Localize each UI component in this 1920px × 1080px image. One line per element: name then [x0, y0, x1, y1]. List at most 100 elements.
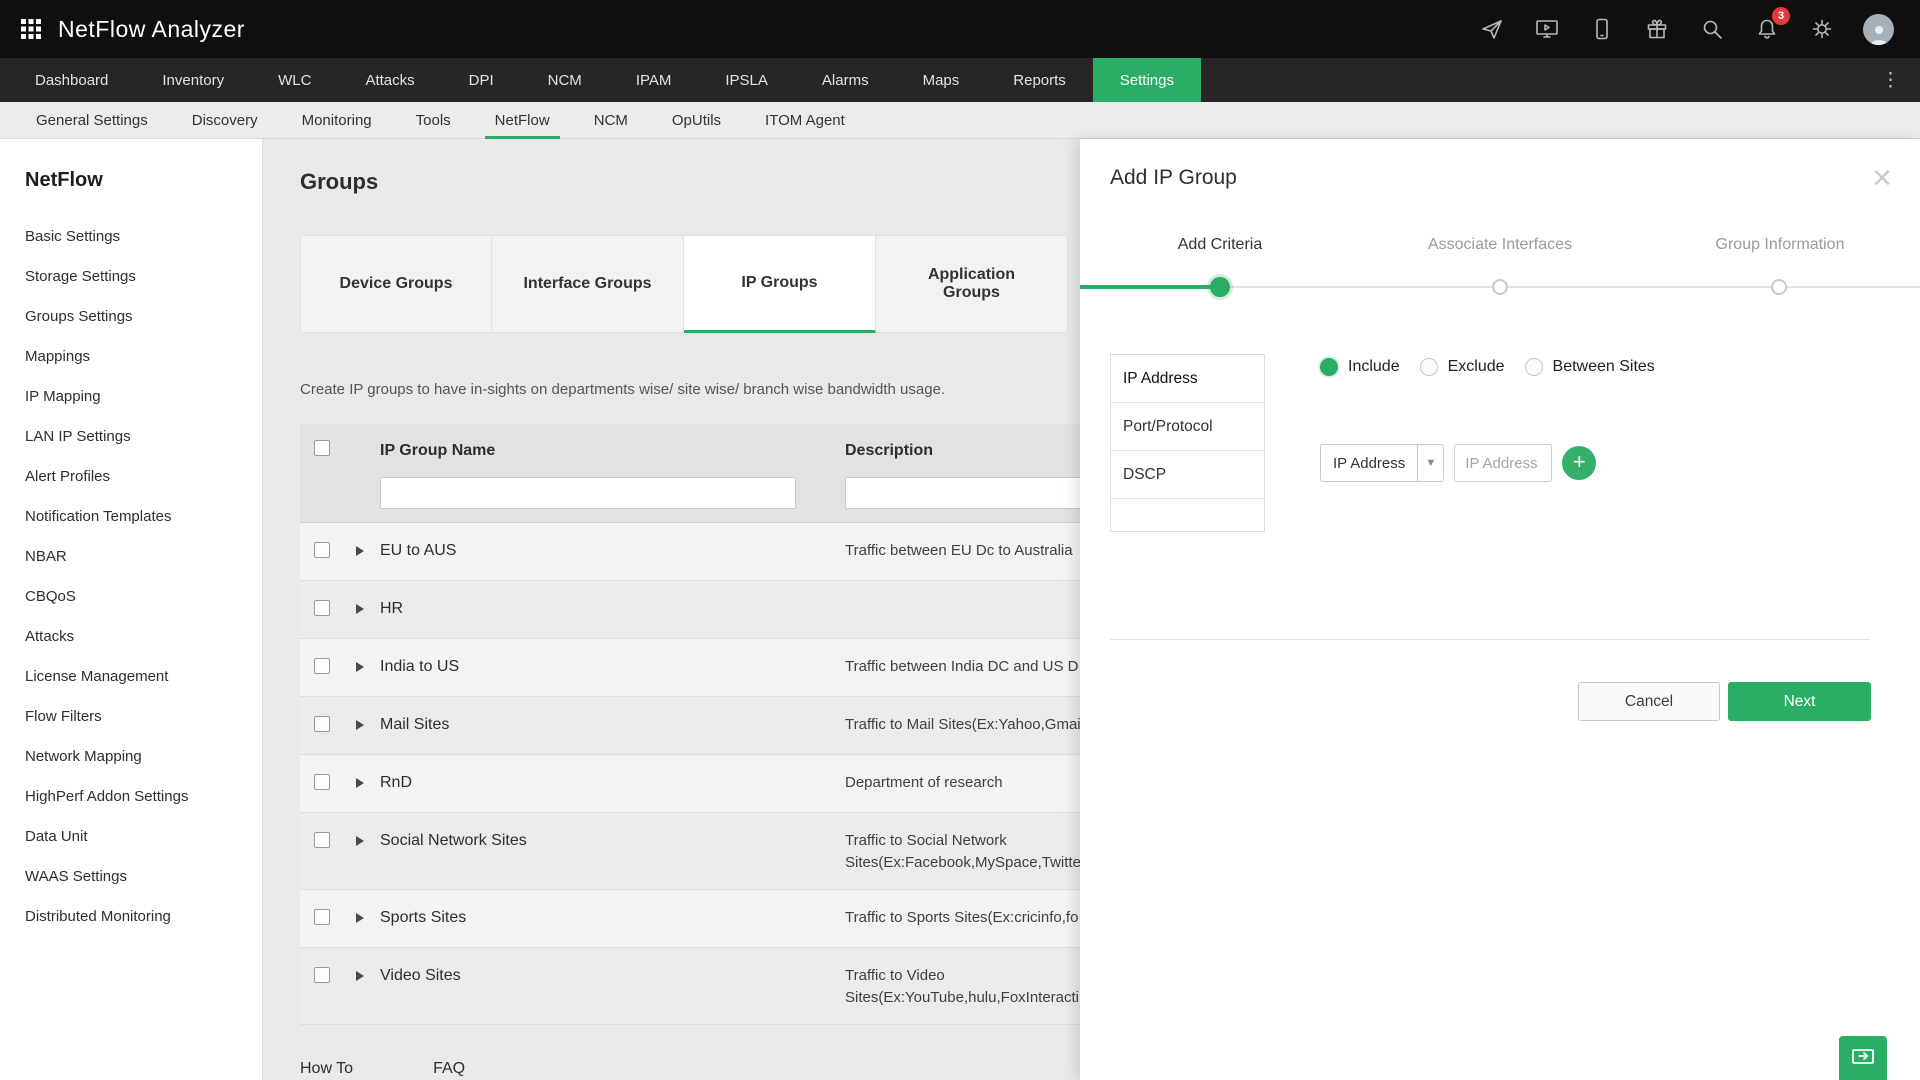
sidebar-item-network-mapping[interactable]: Network Mapping [25, 736, 262, 776]
row-checkbox[interactable] [314, 774, 330, 790]
apps-grid-icon[interactable] [20, 18, 42, 40]
faq-link[interactable]: FAQ [433, 1060, 465, 1078]
sidebar-item-groups-settings[interactable]: Groups Settings [25, 296, 262, 336]
criteria-tab-port-protocol[interactable]: Port/Protocol [1111, 403, 1264, 451]
subnav-discovery[interactable]: Discovery [170, 102, 280, 138]
row-checkbox[interactable] [314, 832, 330, 848]
radio-include[interactable]: Include [1320, 358, 1400, 376]
nav-item-reports[interactable]: Reports [986, 58, 1093, 102]
select-all-cell [300, 440, 340, 461]
sidebar-item-alert-profiles[interactable]: Alert Profiles [25, 456, 262, 496]
ip-type-select-value: IP Address [1333, 454, 1406, 472]
gift-icon[interactable] [1643, 15, 1671, 43]
subnav-monitoring[interactable]: Monitoring [280, 102, 394, 138]
expand-icon[interactable] [356, 662, 364, 672]
sidebar-item-notification-templates[interactable]: Notification Templates [25, 496, 262, 536]
stepper-progress [1080, 285, 1212, 289]
subnav-general-settings[interactable]: General Settings [14, 102, 170, 138]
select-all-checkbox[interactable] [314, 440, 330, 456]
modal-title: Add IP Group [1110, 166, 1237, 189]
expand-icon[interactable] [356, 546, 364, 556]
tab-interface-groups[interactable]: Interface Groups [492, 235, 684, 333]
sidebar-item-attacks[interactable]: Attacks [25, 616, 262, 656]
sidebar-item-ip-mapping[interactable]: IP Mapping [25, 376, 262, 416]
sidebar-item-nbar[interactable]: NBAR [25, 536, 262, 576]
how-to-link[interactable]: How To [300, 1060, 353, 1078]
next-button[interactable]: Next [1728, 682, 1871, 721]
subnav-netflow[interactable]: NetFlow [473, 102, 572, 139]
close-icon[interactable]: × [1872, 161, 1892, 195]
expand-icon[interactable] [356, 604, 364, 614]
criteria-tab-dscp[interactable]: DSCP [1111, 451, 1264, 499]
expand-icon[interactable] [356, 720, 364, 730]
expand-icon[interactable] [356, 971, 364, 981]
step-group-information: Group Information [1715, 236, 1845, 253]
nav-item-wlc[interactable]: WLC [251, 58, 338, 102]
nav-item-ipsla[interactable]: IPSLA [698, 58, 795, 102]
sidebar-item-lan-ip-settings[interactable]: LAN IP Settings [25, 416, 262, 456]
nav-item-ncm[interactable]: NCM [521, 58, 609, 102]
criteria-tab-ip-address[interactable]: IP Address [1111, 355, 1264, 403]
sidebar-item-basic-settings[interactable]: Basic Settings [25, 216, 262, 256]
name-filter-input[interactable] [380, 477, 796, 509]
sidebar-heading: NetFlow [25, 169, 103, 191]
row-checkbox[interactable] [314, 967, 330, 983]
row-checkbox[interactable] [314, 909, 330, 925]
sidebar-item-highperf-addon-settings[interactable]: HighPerf Addon Settings [25, 776, 262, 816]
feedback-fab-button[interactable] [1839, 1036, 1887, 1080]
nav-item-inventory[interactable]: Inventory [135, 58, 251, 102]
notifications-bell-icon[interactable]: 3 [1753, 7, 1790, 43]
nav-item-maps[interactable]: Maps [896, 58, 987, 102]
launch-icon[interactable] [1478, 15, 1506, 43]
sidebar-item-data-unit[interactable]: Data Unit [25, 816, 262, 856]
row-checkbox[interactable] [314, 658, 330, 674]
nav-item-dpi[interactable]: DPI [442, 58, 521, 102]
user-avatar[interactable] [1863, 13, 1894, 45]
ip-address-input[interactable] [1454, 444, 1553, 482]
sidebar-item-storage-settings[interactable]: Storage Settings [25, 256, 262, 296]
group-name: EU to AUS [380, 542, 457, 559]
mobile-icon[interactable] [1588, 15, 1616, 43]
radio-between-sites[interactable]: Between Sites [1524, 358, 1655, 376]
subnav-oputils[interactable]: OpUtils [650, 102, 743, 138]
criteria-tabs: IP Address Port/Protocol DSCP [1110, 354, 1265, 532]
demo-screen-icon[interactable] [1533, 15, 1561, 43]
tab-ip-groups[interactable]: IP Groups [684, 235, 876, 333]
row-checkbox[interactable] [314, 600, 330, 616]
tab-device-groups[interactable]: Device Groups [300, 235, 492, 333]
ip-type-select[interactable]: IP Address ▼ [1320, 444, 1445, 482]
search-icon[interactable] [1698, 15, 1726, 43]
cancel-button[interactable]: Cancel [1578, 682, 1720, 721]
subnav-itom-agent[interactable]: ITOM Agent [743, 102, 867, 138]
sidebar-item-waas-settings[interactable]: WAAS Settings [25, 856, 262, 896]
sidebar-item-cbqos[interactable]: CBQoS [25, 576, 262, 616]
subnav-ncm[interactable]: NCM [572, 102, 650, 138]
kebab-menu-icon[interactable]: ⋮ [1881, 58, 1920, 102]
subnav-tools[interactable]: Tools [394, 102, 473, 138]
expand-icon[interactable] [356, 836, 364, 846]
group-name: India to US [380, 658, 460, 675]
group-name: Video Sites [380, 967, 461, 984]
nav-item-alarms[interactable]: Alarms [795, 58, 896, 102]
sidebar-item-flow-filters[interactable]: Flow Filters [25, 696, 262, 736]
app-title: NetFlow Analyzer [58, 15, 245, 42]
radio-between-sites-circle [1524, 358, 1543, 376]
sidebar-item-distributed-monitoring[interactable]: Distributed Monitoring [25, 896, 262, 936]
nav-item-dashboard[interactable]: Dashboard [8, 58, 135, 102]
sidebar-item-mappings[interactable]: Mappings [25, 336, 262, 376]
nav-item-attacks[interactable]: Attacks [338, 58, 441, 102]
expand-icon[interactable] [356, 913, 364, 923]
group-name: Mail Sites [380, 716, 450, 733]
radio-exclude[interactable]: Exclude [1419, 358, 1505, 376]
row-checkbox[interactable] [314, 542, 330, 558]
nav-item-ipam[interactable]: IPAM [609, 58, 699, 102]
tab-application-groups[interactable]: Application Groups [876, 235, 1068, 333]
nav-item-settings[interactable]: Settings [1092, 58, 1201, 102]
group-name: HR [380, 600, 404, 617]
row-checkbox[interactable] [314, 716, 330, 732]
expand-icon[interactable] [356, 778, 364, 788]
settings-gear-icon[interactable] [1808, 15, 1836, 43]
add-criteria-button[interactable]: + [1562, 446, 1597, 480]
screen-share-icon [1852, 1049, 1874, 1064]
sidebar-item-license-management[interactable]: License Management [25, 656, 262, 696]
